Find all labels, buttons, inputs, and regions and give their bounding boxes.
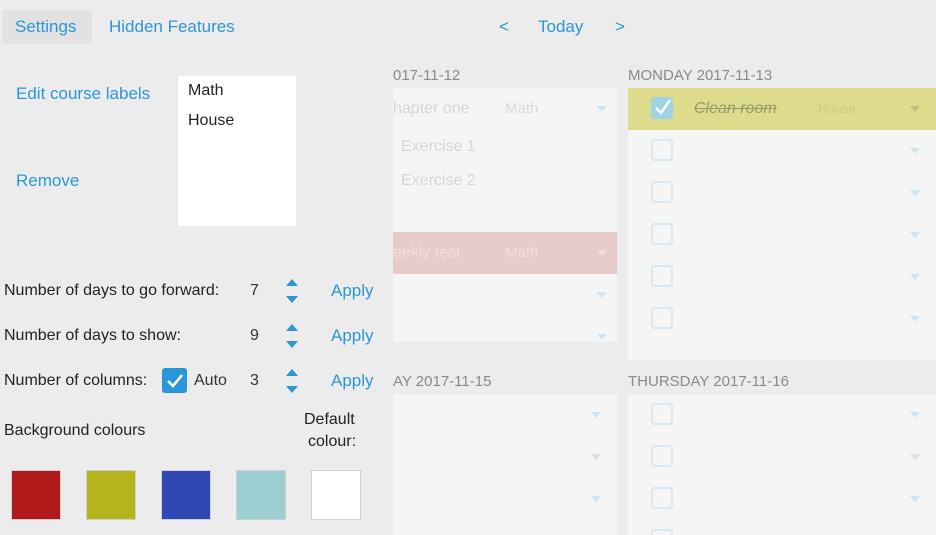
background-colours-label: Background colours [4,422,146,439]
chevron-down-icon[interactable] [591,496,601,502]
colour-swatch-default[interactable] [311,470,361,520]
chevron-down-icon[interactable] [910,412,920,418]
chevron-down-icon[interactable] [910,454,920,460]
checkbox[interactable] [651,139,673,161]
task-row[interactable] [628,520,936,535]
task-row[interactable] [393,274,617,316]
task-course: House [818,101,856,116]
task-row[interactable] [628,298,936,340]
days-to-show-value[interactable]: 9 [250,327,259,345]
task-row[interactable] [628,256,936,298]
apply-days-forward-button[interactable]: Apply [331,281,374,301]
decrement-icon[interactable] [286,386,298,393]
colour-swatch-blue[interactable] [161,470,211,520]
task-row[interactable] [628,478,936,520]
chevron-down-icon[interactable] [597,250,607,256]
checkmark-icon [167,374,183,388]
chevron-down-icon[interactable] [597,106,607,112]
increment-icon[interactable] [286,369,298,376]
task-row-highlighted[interactable]: eekly test Math [393,232,617,274]
prev-day-button[interactable]: < [499,10,509,44]
chevron-down-icon[interactable] [910,106,920,112]
checkbox[interactable] [651,445,673,467]
apply-columns-button[interactable]: Apply [331,371,374,391]
edit-course-labels-link[interactable]: Edit course labels [16,84,150,104]
list-item[interactable]: Math [178,76,296,106]
chevron-down-icon[interactable] [910,496,920,502]
checkbox[interactable] [651,307,673,329]
checkbox[interactable] [651,181,673,203]
tab-settings[interactable]: Settings [2,10,92,44]
colour-swatch-teal[interactable] [236,470,286,520]
default-colour-label: colour: [308,433,357,450]
colour-swatch-olive[interactable] [86,470,136,520]
chevron-down-icon[interactable] [597,292,607,298]
day-header: 017-11-12 [393,67,461,84]
columns-label: Number of columns: [4,372,148,389]
days-forward-label: Number of days to go forward: [4,282,220,299]
chevron-down-icon[interactable] [591,454,601,460]
days-forward-value[interactable]: 7 [250,282,259,300]
task-title: Exercise 2 [401,172,476,189]
checkbox[interactable] [651,529,673,535]
task-row[interactable] [393,436,617,478]
task-row[interactable]: hapter one Math [393,88,617,130]
columns-value[interactable]: 3 [250,372,259,390]
task-title: Exercise 1 [401,138,476,155]
chevron-down-icon[interactable] [910,190,920,196]
task-row[interactable] [628,394,936,436]
task-row[interactable] [393,394,617,436]
decrement-icon[interactable] [286,341,298,348]
colour-swatch-red[interactable] [11,470,61,520]
today-button[interactable]: Today [538,10,583,44]
decrement-icon[interactable] [286,296,298,303]
increment-icon[interactable] [286,324,298,331]
checkbox[interactable] [651,487,673,509]
task-row-done[interactable]: Clean room House [628,88,936,130]
chevron-down-icon[interactable] [910,274,920,280]
task-row[interactable] [393,478,617,520]
task-title: Clean room [694,100,777,117]
task-row[interactable] [628,436,936,478]
day-header: AY 2017-11-15 [393,373,492,390]
checkbox[interactable] [651,403,673,425]
task-title: eekly test [393,244,461,261]
tab-hidden-features[interactable]: Hidden Features [96,10,248,44]
checkmark-icon [655,99,672,115]
task-course: Math [505,244,539,261]
chevron-down-icon[interactable] [597,334,607,340]
chevron-down-icon[interactable] [910,316,920,322]
task-row[interactable]: Exercise 2 [393,160,617,202]
checkbox[interactable] [651,223,673,245]
auto-label: Auto [194,372,227,389]
task-row[interactable] [393,316,617,358]
day-header: THURSDAY 2017-11-16 [628,373,789,390]
task-row[interactable] [628,130,936,172]
days-to-show-label: Number of days to show: [4,327,181,344]
apply-days-to-show-button[interactable]: Apply [331,326,374,346]
chevron-down-icon[interactable] [910,148,920,154]
task-title: hapter one [393,100,470,117]
chevron-down-icon[interactable] [591,412,601,418]
task-row[interactable] [628,172,936,214]
task-course: Math [505,100,539,117]
default-colour-label: Default [304,411,355,428]
remove-link[interactable]: Remove [16,171,79,191]
checkbox[interactable] [651,265,673,287]
chevron-down-icon[interactable] [910,232,920,238]
next-day-button[interactable]: > [615,10,625,44]
list-item[interactable]: House [178,106,296,136]
course-labels-list[interactable]: Math House [178,76,296,226]
increment-icon[interactable] [286,279,298,286]
day-header: MONDAY 2017-11-13 [628,67,773,84]
task-row[interactable] [628,214,936,256]
